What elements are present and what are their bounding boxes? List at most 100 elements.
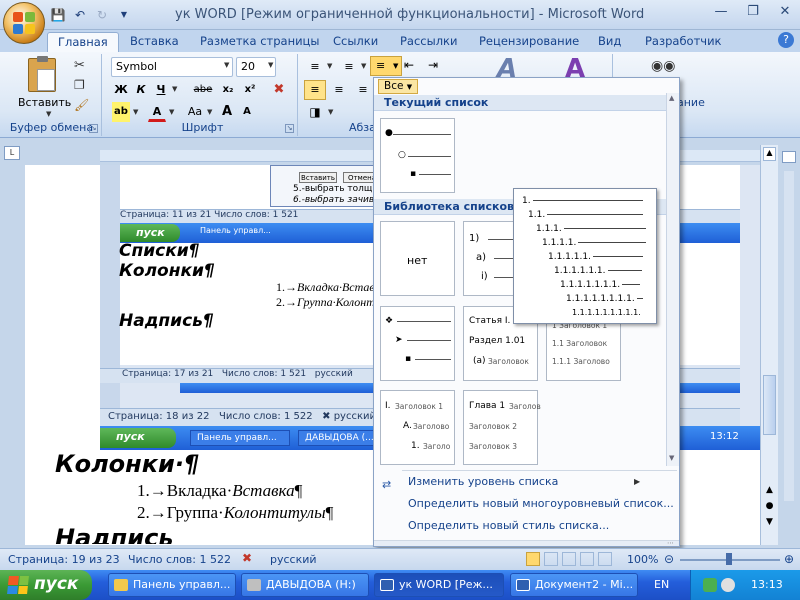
define-list-style-command[interactable]: Определить новый стиль списка...: [374, 516, 679, 536]
font-name-dropdown-icon[interactable]: ▼: [224, 61, 229, 69]
font-name-input[interactable]: Symbol: [111, 57, 233, 77]
align-right-icon[interactable]: ≡: [352, 80, 374, 100]
numbering-dropdown-icon[interactable]: ▼: [361, 62, 366, 70]
bullet-list-tile[interactable]: ❖ ➤ ▪: [380, 306, 455, 381]
undo-icon[interactable]: ↶: [72, 7, 88, 23]
change-case-dropdown-icon[interactable]: ▼: [207, 108, 212, 116]
tab-mailings[interactable]: Рассылки: [400, 32, 457, 52]
restore-icon[interactable]: ❐: [744, 4, 762, 19]
taskbar-item-word-doc[interactable]: ук WORD [Реж...: [374, 573, 504, 597]
menu-scroll-up-icon[interactable]: ▲: [669, 94, 674, 102]
font-size-dropdown-icon[interactable]: ▼: [268, 61, 273, 69]
underline-dropdown-icon[interactable]: ▼: [172, 85, 177, 93]
current-list-tile[interactable]: ● ○ ▪: [380, 118, 455, 193]
strikethrough-button[interactable]: abe: [190, 80, 216, 100]
language-indicator[interactable]: EN: [654, 578, 669, 591]
superscript-button[interactable]: x²: [240, 80, 260, 100]
font-color-icon[interactable]: A: [148, 102, 166, 122]
tray-icon[interactable]: [703, 578, 717, 592]
multilevel-list-button[interactable]: ≡ ▼: [370, 56, 402, 76]
list-none-tile[interactable]: нет: [380, 221, 455, 296]
minimize-icon[interactable]: —: [712, 4, 730, 19]
roman-heading-tile[interactable]: I. Заголовок 1 A. Заголово 1. Заголо: [380, 390, 455, 465]
page-counter[interactable]: Страница: 19 из 23: [8, 553, 120, 566]
resize-grip-icon[interactable]: ⋯: [667, 539, 674, 547]
shrink-font-button[interactable]: A: [238, 102, 256, 122]
define-multilevel-command[interactable]: Определить новый многоуровневый список..…: [374, 494, 679, 514]
cut-icon[interactable]: ✂: [74, 58, 85, 73]
office-button[interactable]: [3, 2, 45, 44]
clear-formatting-icon[interactable]: ✖: [268, 80, 290, 100]
taskbar-item-document2[interactable]: Документ2 - Mi...: [510, 573, 638, 597]
zoom-in-icon[interactable]: ⊕: [784, 552, 794, 566]
start-button[interactable]: пуск: [0, 570, 92, 600]
tab-references[interactable]: Ссылки: [333, 32, 378, 52]
zoom-out-icon[interactable]: ⊝: [664, 552, 674, 566]
close-icon[interactable]: ✕: [776, 4, 794, 19]
clipboard-launcher-icon[interactable]: ↘: [89, 124, 98, 133]
tray-icon[interactable]: [721, 578, 735, 592]
next-page-icon[interactable]: ▼: [763, 517, 776, 527]
help-icon[interactable]: ?: [778, 32, 794, 48]
chapter-heading-tile[interactable]: Глава 1 Заголов Заголовок 2 Заголовок 3: [463, 390, 541, 465]
redo-icon[interactable]: ↻: [94, 7, 110, 23]
editing-label-partial[interactable]: ание: [677, 96, 705, 109]
paste-button[interactable]: Вставить: [18, 96, 71, 109]
full-screen-icon[interactable]: [544, 552, 558, 566]
zoom-level[interactable]: 100%: [627, 553, 658, 566]
save-icon[interactable]: 💾: [50, 7, 66, 23]
menu-resize-bar[interactable]: [374, 540, 679, 546]
tab-view[interactable]: Вид: [598, 32, 621, 52]
outline-icon[interactable]: [580, 552, 594, 566]
increase-indent-icon[interactable]: ⇥: [428, 58, 438, 72]
prev-page-icon[interactable]: ▲: [763, 485, 776, 495]
align-left-icon[interactable]: ≡: [304, 80, 326, 100]
list-filter-dropdown[interactable]: Все ▼: [378, 79, 418, 94]
spellcheck-icon[interactable]: ✖: [242, 551, 252, 565]
taskbar-item-drive[interactable]: ДАВЫДОВА (H:): [241, 573, 369, 597]
underline-button[interactable]: Ч: [152, 80, 170, 100]
font-color-dropdown-icon[interactable]: ▼: [169, 108, 174, 116]
paste-icon[interactable]: [28, 56, 56, 92]
browse-object-icon[interactable]: ●: [763, 501, 776, 511]
scroll-up-icon[interactable]: ▲: [763, 147, 776, 161]
highlight-dropdown-icon[interactable]: ▼: [133, 108, 138, 116]
tab-home[interactable]: Главная: [47, 32, 119, 52]
vertical-scrollbar[interactable]: ▲ ▲ ● ▼: [760, 145, 778, 545]
grow-font-button[interactable]: A: [218, 102, 236, 122]
zoom-slider-thumb[interactable]: [726, 553, 732, 565]
menu-scrollbar[interactable]: ▲ ▼: [666, 93, 679, 466]
binoculars-icon[interactable]: ◉◉: [651, 58, 675, 74]
shading-icon[interactable]: ◨: [304, 102, 326, 122]
bullets-dropdown-icon[interactable]: ▼: [327, 62, 332, 70]
copy-icon[interactable]: ❐: [74, 78, 85, 92]
paste-dropdown-icon[interactable]: ▼: [46, 110, 51, 118]
tab-review[interactable]: Рецензирование: [479, 32, 579, 52]
format-painter-icon[interactable]: 🖌: [74, 98, 89, 112]
draft-icon[interactable]: [598, 552, 612, 566]
word-count[interactable]: Число слов: 1 522: [128, 553, 231, 566]
tab-page-layout[interactable]: Разметка страницы: [200, 32, 319, 52]
ruler-tab-selector-icon[interactable]: L: [4, 146, 20, 160]
bold-button[interactable]: Ж: [112, 80, 130, 100]
highlight-color-icon[interactable]: ab: [112, 102, 130, 122]
print-layout-icon[interactable]: [526, 552, 540, 566]
shading-dropdown-icon[interactable]: ▼: [328, 108, 333, 116]
language-status[interactable]: русский: [270, 553, 317, 566]
menu-scroll-down-icon[interactable]: ▼: [669, 454, 674, 462]
dropdown-icon[interactable]: ▼: [116, 7, 132, 23]
italic-button[interactable]: К: [132, 80, 150, 100]
scroll-thumb[interactable]: [763, 375, 776, 435]
decrease-indent-icon[interactable]: ⇤: [404, 58, 414, 72]
tab-insert[interactable]: Вставка: [130, 32, 179, 52]
tab-developer[interactable]: Разработчик: [645, 32, 722, 52]
web-layout-icon[interactable]: [562, 552, 576, 566]
taskbar-item-control-panel[interactable]: Панель управл...: [108, 573, 236, 597]
align-center-icon[interactable]: ≡: [328, 80, 350, 100]
change-case-button[interactable]: Aa: [184, 102, 206, 122]
numbering-icon[interactable]: ≡: [338, 57, 360, 77]
bullets-icon[interactable]: ≡: [304, 57, 326, 77]
subscript-button[interactable]: x₂: [218, 80, 238, 100]
font-launcher-icon[interactable]: ↘: [285, 124, 294, 133]
view-ruler-icon[interactable]: [782, 151, 796, 163]
